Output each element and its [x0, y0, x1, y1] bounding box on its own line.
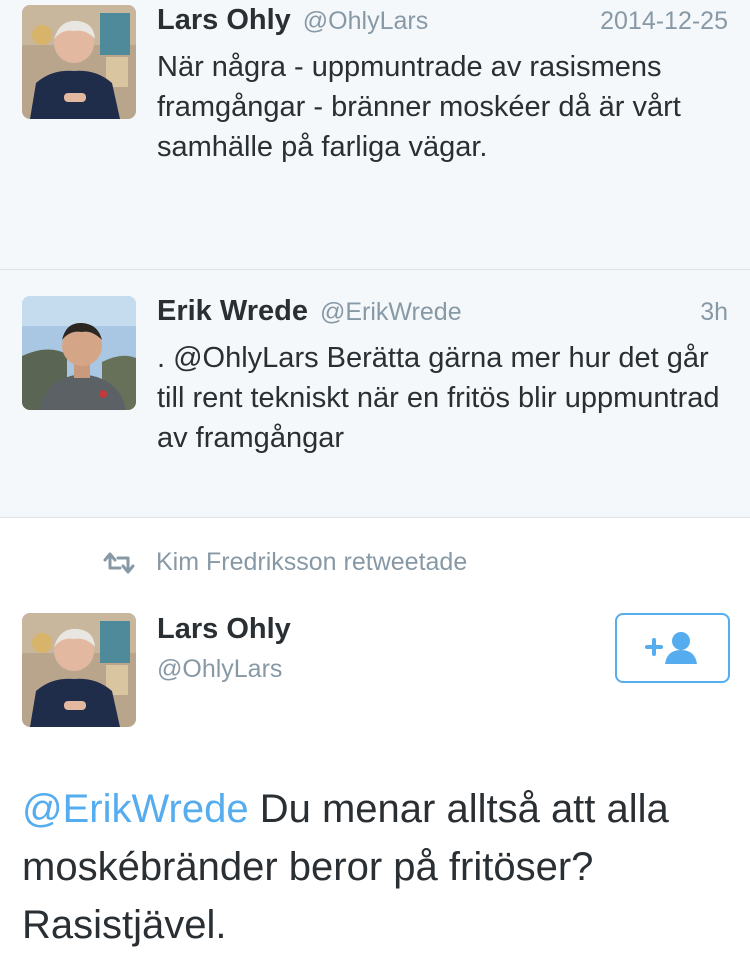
author-name[interactable]: Lars Ohly — [157, 613, 291, 646]
retweet-context[interactable]: Kim Fredriksson retweetade — [102, 548, 467, 577]
follow-button[interactable] — [615, 613, 730, 683]
person-photo-avatar-icon — [22, 296, 136, 410]
mention-link[interactable]: @ErikWrede — [22, 787, 249, 831]
timestamp[interactable]: 3h — [700, 298, 728, 327]
author-handle[interactable]: @OhlyLars — [157, 655, 282, 684]
tweet-card[interactable]: Erik Wrede @ErikWrede 3h . @OhlyLars Ber… — [0, 270, 750, 518]
tweet-card[interactable]: Lars Ohly @OhlyLars 2014-12-25 När några… — [0, 0, 750, 270]
avatar[interactable] — [22, 5, 136, 119]
add-user-icon — [644, 632, 697, 664]
author-handle[interactable]: @ErikWrede — [320, 298, 462, 327]
author-name[interactable]: Erik Wrede — [157, 295, 308, 328]
avatar[interactable] — [22, 296, 136, 410]
person-photo-avatar-icon — [22, 613, 136, 727]
tweet-text: @ErikWrede Du menar alltså att alla mosk… — [22, 780, 732, 954]
tweet-text: När några - uppmuntrade av rasismens fra… — [157, 51, 681, 163]
retweet-icon — [103, 552, 135, 573]
avatar[interactable] — [22, 613, 136, 727]
person-photo-avatar-icon — [22, 5, 136, 119]
timestamp[interactable]: 2014-12-25 — [600, 7, 728, 36]
author-name[interactable]: Lars Ohly — [157, 4, 291, 37]
tweet-text: . @OhlyLars Berätta gärna mer hur det gå… — [157, 342, 720, 454]
retweet-label: Kim Fredriksson retweetade — [156, 548, 468, 576]
author-handle[interactable]: @OhlyLars — [303, 7, 428, 36]
